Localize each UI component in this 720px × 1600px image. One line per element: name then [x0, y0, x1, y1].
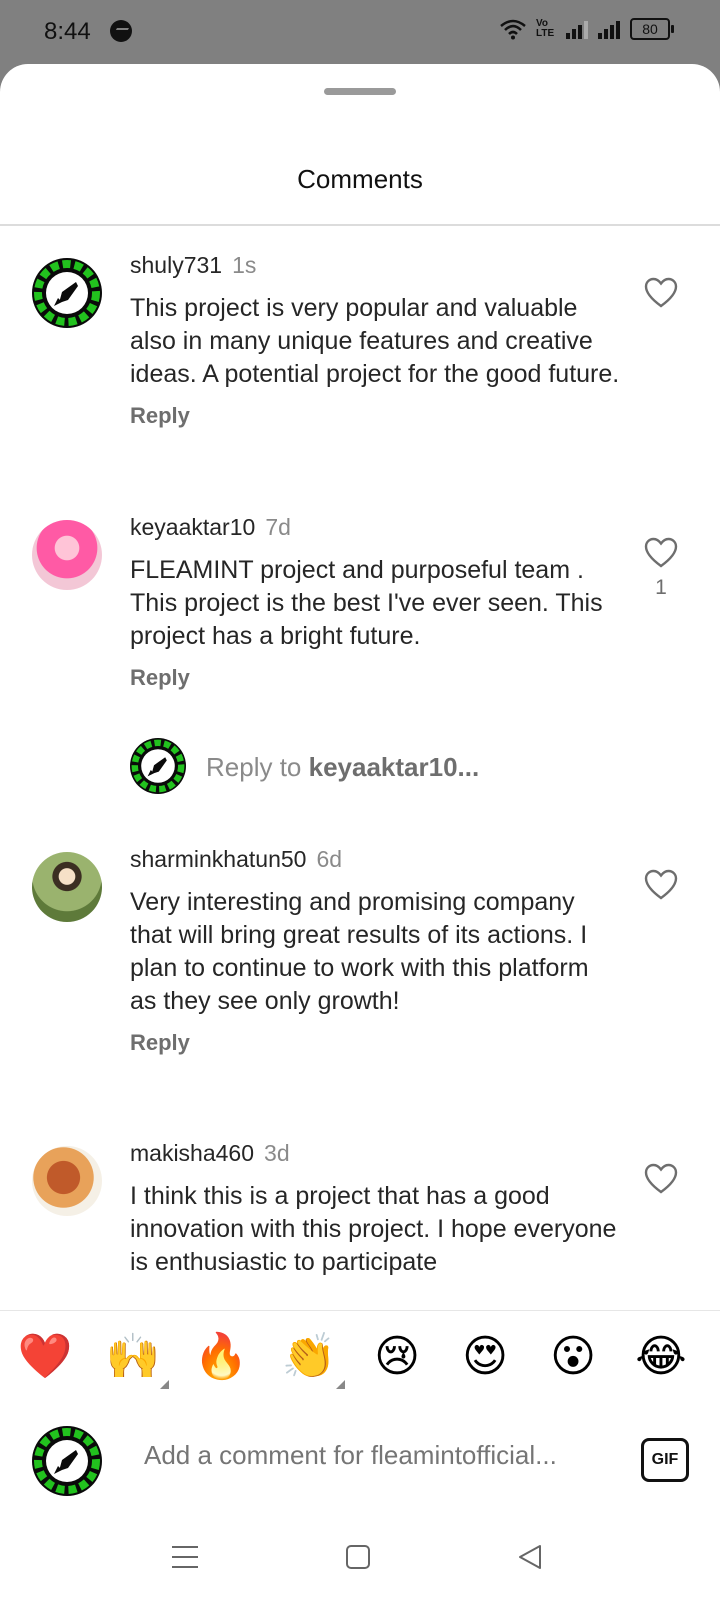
- comment-time: 7d: [265, 514, 291, 540]
- avatar: [130, 738, 186, 794]
- comment-composer: GIF: [0, 1406, 720, 1516]
- comment-text: FLEAMINT project and purposeful team . T…: [130, 556, 603, 650]
- comment-text: Very interesting and promising company t…: [130, 888, 589, 1015]
- reply-button[interactable]: Reply: [130, 665, 620, 691]
- emoji-raised-hands-glyph: 🙌: [105, 1332, 161, 1381]
- reply-to-prompt[interactable]: Reply to keyaaktar10...: [130, 738, 690, 796]
- comment-username[interactable]: makisha460: [130, 1140, 254, 1166]
- avatar[interactable]: [32, 258, 102, 328]
- avatar: [32, 1426, 102, 1496]
- comment-text: I think this is a project that has a goo…: [130, 1182, 617, 1276]
- like-count[interactable]: 1: [644, 576, 678, 600]
- drag-handle[interactable]: [324, 88, 396, 95]
- system-nav-bar: [0, 1516, 720, 1600]
- emoji-raised-hands[interactable]: 🙌: [103, 1327, 169, 1389]
- comment-body: sharminkhatun50 6d Very interesting and p…: [130, 846, 620, 1056]
- heart-icon[interactable]: [644, 1162, 678, 1196]
- sheet-title: Comments: [297, 164, 423, 194]
- back-icon[interactable]: [512, 1542, 546, 1572]
- signal-icon-2: [598, 19, 620, 39]
- rocket-logo-icon: [34, 260, 100, 326]
- emoji-clap[interactable]: 👏: [279, 1327, 345, 1389]
- heart-icon[interactable]: [644, 276, 678, 310]
- status-bar: 8:44 Vo LTE 80: [0, 0, 720, 64]
- emoji-laughing[interactable]: 😂: [631, 1327, 691, 1387]
- rocket-logo-icon: [34, 1428, 100, 1494]
- battery-icon: 80: [630, 18, 674, 40]
- comment-body: keyaaktar10 7d FLEAMINT project and purpo…: [130, 514, 620, 691]
- home-icon[interactable]: [341, 1542, 375, 1572]
- comment-meta: keyaaktar10 7d: [130, 514, 620, 546]
- heart-icon[interactable]: [644, 868, 678, 902]
- avatar[interactable]: [32, 520, 102, 590]
- status-icons: Vo LTE 80: [500, 18, 674, 40]
- messenger-icon: [110, 20, 132, 42]
- reply-to-prefix: Reply to: [206, 752, 309, 782]
- comment-username[interactable]: sharminkhatun50: [130, 846, 306, 872]
- signal-icon-1: [566, 19, 588, 39]
- emoji-surprised[interactable]: 😮: [543, 1327, 603, 1387]
- avatar[interactable]: [32, 1146, 102, 1216]
- comment-input[interactable]: [144, 1440, 604, 1471]
- comment-time: 1s: [232, 252, 257, 278]
- emoji-heart[interactable]: ❤️: [15, 1327, 75, 1387]
- emoji-clap-glyph: 👏: [281, 1332, 337, 1381]
- emoji-bar: ❤️ 🙌 🔥 👏 😢 😍 😮 😂: [0, 1310, 720, 1408]
- reply-button[interactable]: Reply: [130, 403, 620, 429]
- avatar[interactable]: [32, 852, 102, 922]
- reply-to-user: keyaaktar10...: [308, 752, 480, 782]
- comment-time: 6d: [316, 846, 343, 872]
- heart-icon[interactable]: [644, 536, 678, 570]
- comment-meta: shuly731 1s: [130, 252, 620, 284]
- comment-meta: sharminkhatun50 6d: [130, 846, 620, 878]
- wifi-icon: [500, 19, 526, 40]
- menu-icon[interactable]: [168, 1542, 202, 1572]
- gif-button[interactable]: GIF: [641, 1438, 689, 1482]
- comment-body: makisha460 3d I think this is a project t…: [130, 1140, 620, 1279]
- comment-time: 3d: [264, 1140, 290, 1166]
- comments-sheet: Comments shuly731 1s This project is very…: [0, 64, 720, 1600]
- comment-username[interactable]: keyaaktar10: [130, 514, 255, 540]
- rocket-logo-icon: [131, 739, 185, 793]
- skin-tone-indicator-icon: [336, 1380, 345, 1389]
- skin-tone-indicator-icon: [160, 1380, 169, 1389]
- reply-button[interactable]: Reply: [130, 1030, 620, 1056]
- status-time: 8:44: [44, 18, 91, 45]
- volte-label: Vo LTE: [536, 18, 555, 39]
- reply-to-text: Reply to keyaaktar10...: [206, 752, 479, 783]
- comment-text: This project is very popular and valuabl…: [130, 294, 620, 388]
- emoji-crying[interactable]: 😢: [367, 1327, 427, 1387]
- comment-username[interactable]: shuly731: [130, 252, 222, 278]
- emoji-fire[interactable]: 🔥: [191, 1327, 251, 1387]
- comment-body: shuly731 1s This project is very popular …: [130, 252, 620, 429]
- comment-list[interactable]: shuly731 1s This project is very popular …: [0, 226, 720, 1374]
- comment-meta: makisha460 3d: [130, 1140, 620, 1172]
- emoji-heart-eyes[interactable]: 😍: [455, 1327, 515, 1387]
